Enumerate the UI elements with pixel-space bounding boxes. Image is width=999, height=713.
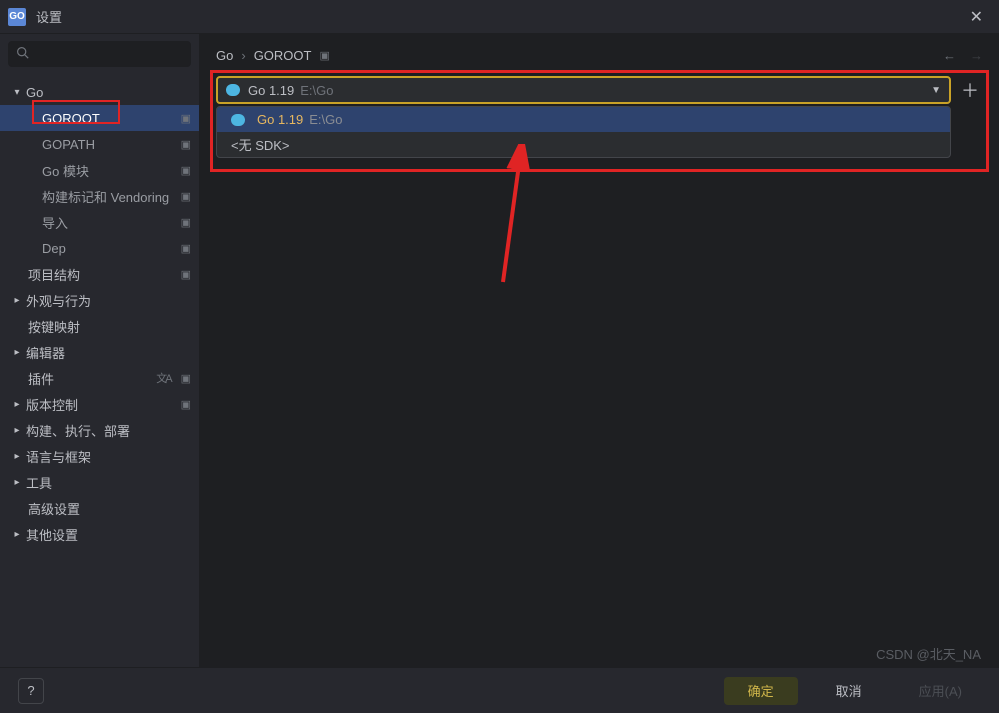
- tree-item-vcs[interactable]: ▸ 版本控制 ▣: [0, 391, 199, 417]
- goroot-sdk-selector[interactable]: Go 1.19 E:\Go ▼: [216, 76, 951, 104]
- project-scope-icon: ▣: [181, 190, 191, 203]
- tree-item-vendoring[interactable]: 构建标记和 Vendoring ▣: [0, 183, 199, 209]
- sdk-dropdown: Go 1.19 E:\Go <无 SDK>: [216, 106, 951, 158]
- window-close-button[interactable]: ✕: [964, 3, 989, 31]
- apply-button[interactable]: 应用(A): [900, 677, 981, 705]
- cancel-button[interactable]: 取消: [812, 677, 886, 705]
- sdk-option-none[interactable]: <无 SDK>: [217, 132, 950, 157]
- tree-item-import[interactable]: 导入 ▣: [0, 209, 199, 235]
- project-scope-icon: ▣: [181, 138, 191, 151]
- tree-item-other[interactable]: ▸ 其他设置: [0, 521, 199, 547]
- project-scope-icon: ▣: [181, 372, 191, 385]
- chevron-down-icon: ▼: [931, 85, 941, 96]
- language-icon: 文A: [156, 370, 170, 386]
- chevron-down-icon: ▾: [10, 87, 24, 98]
- chevron-right-icon: ▸: [10, 451, 24, 462]
- project-scope-icon: ▣: [181, 164, 191, 177]
- tree-item-plugins[interactable]: 插件 文A ▣: [0, 365, 199, 391]
- window-title: 设置: [36, 7, 964, 26]
- add-sdk-button[interactable]: ＋: [957, 76, 983, 104]
- search-icon: [16, 46, 29, 62]
- breadcrumb-goroot: GOROOT: [254, 48, 312, 63]
- chevron-right-icon: ▸: [10, 529, 24, 540]
- breadcrumb-separator: ›: [241, 48, 245, 63]
- tree-item-tools[interactable]: ▸ 工具: [0, 469, 199, 495]
- sdk-selected-name: Go 1.19: [248, 83, 294, 98]
- project-scope-icon: ▣: [181, 216, 191, 229]
- tree-item-advanced[interactable]: 高级设置: [0, 495, 199, 521]
- tree-item-editor[interactable]: ▸ 编辑器: [0, 339, 199, 365]
- tree-item-appearance[interactable]: ▸ 外观与行为: [0, 287, 199, 313]
- chevron-right-icon: ▸: [10, 425, 24, 436]
- project-scope-icon: ▣: [181, 242, 191, 255]
- project-scope-icon: ▣: [181, 268, 191, 281]
- tree-item-project-structure[interactable]: 项目结构 ▣: [0, 261, 199, 287]
- chevron-right-icon: ▸: [10, 477, 24, 488]
- tree-item-goroot[interactable]: GOROOT ▣: [0, 105, 199, 131]
- tree-item-keymap[interactable]: 按键映射: [0, 313, 199, 339]
- tree-item-dep[interactable]: Dep ▣: [0, 235, 199, 261]
- tree-item-go[interactable]: ▾ Go: [0, 79, 199, 105]
- help-button[interactable]: ?: [18, 678, 44, 704]
- chevron-right-icon: ▸: [10, 295, 24, 306]
- tree-item-build[interactable]: ▸ 构建、执行、部署: [0, 417, 199, 443]
- settings-search-input[interactable]: [8, 41, 191, 67]
- tree-item-lang[interactable]: ▸ 语言与框架: [0, 443, 199, 469]
- nav-back-button[interactable]: ←: [943, 48, 956, 63]
- annotation-arrow: [497, 144, 537, 284]
- chevron-right-icon: ▸: [10, 347, 24, 358]
- ok-button[interactable]: 确定: [724, 677, 798, 705]
- tree-item-go-modules[interactable]: Go 模块 ▣: [0, 157, 199, 183]
- breadcrumb-go[interactable]: Go: [216, 48, 233, 63]
- project-scope-icon: ▣: [319, 49, 329, 62]
- app-icon: GO: [8, 8, 26, 26]
- chevron-right-icon: ▸: [10, 399, 24, 410]
- go-sdk-icon: [231, 114, 245, 126]
- project-scope-icon: ▣: [181, 112, 191, 125]
- go-sdk-icon: [226, 84, 240, 96]
- tree-item-gopath[interactable]: GOPATH ▣: [0, 131, 199, 157]
- nav-forward-button[interactable]: →: [970, 48, 983, 63]
- project-scope-icon: ▣: [181, 398, 191, 411]
- sdk-option-go119[interactable]: Go 1.19 E:\Go: [217, 107, 950, 132]
- sdk-selected-path: E:\Go: [300, 83, 333, 98]
